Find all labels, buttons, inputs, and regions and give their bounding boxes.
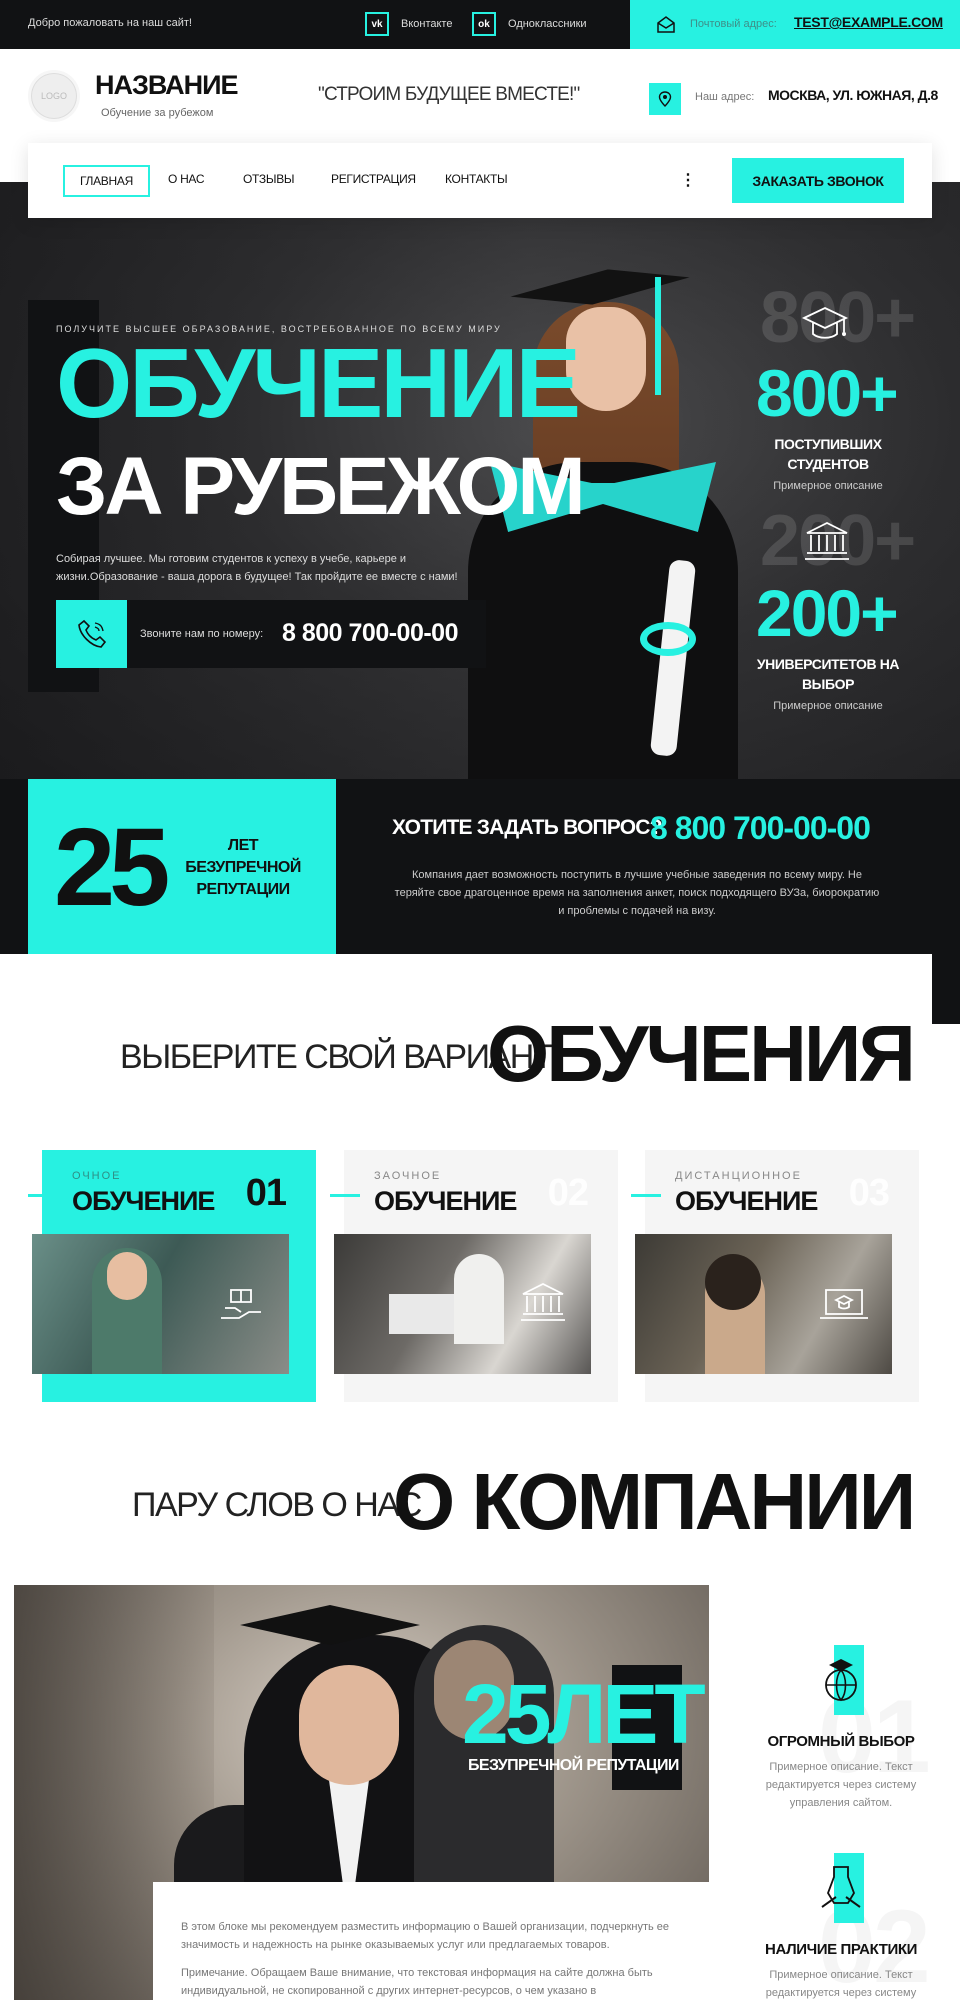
card-title: ОБУЧЕНИЕ xyxy=(374,1186,517,1216)
main-nav: ГЛАВНАЯ О НАС ОТЗЫВЫ РЕГИСТРАЦИЯ КОНТАКТ… xyxy=(28,143,932,218)
card-photo xyxy=(334,1234,591,1374)
graduation-cap-icon xyxy=(801,307,849,339)
about-text-2: Примечание. Обращаем Ваше внимание, что … xyxy=(181,1967,653,1997)
feature-desc: Примерное описание. Текст редактируется … xyxy=(765,1969,917,1999)
nav-item-contacts[interactable]: КОНТАКТЫ xyxy=(445,172,508,186)
address-label: Наш адрес: xyxy=(695,91,755,103)
card-photo xyxy=(635,1234,892,1374)
nav-item-home[interactable]: ГЛАВНАЯ xyxy=(63,165,150,197)
practice-icon xyxy=(821,1866,861,1908)
about-text-1: В этом блоке мы рекомендуем разместить и… xyxy=(181,1921,670,1951)
brand-subtitle: Обучение за рубежом xyxy=(101,107,214,119)
welcome-text: Добро пожаловать на наш сайт! xyxy=(28,17,192,29)
mail-label: Почтовый адрес: xyxy=(690,18,777,30)
stat-label-students: ПОСТУПИВШИХ СТУДЕНТОВ xyxy=(774,436,882,472)
years-number: 25ЛЕТ xyxy=(462,1667,706,1761)
card-kind: ДИСТАНЦИОННОЕ xyxy=(675,1170,802,1182)
university-icon xyxy=(805,521,849,560)
stat-label-universities: УНИВЕРСИТЕТОВ НА ВЫБОР xyxy=(756,656,900,692)
nav-item-registration[interactable]: РЕГИСТРАЦИЯ xyxy=(331,172,416,186)
reputation-text: ЛЕТ БЕЗУПРЕЧНОЙ РЕПУТАЦИИ xyxy=(185,837,301,898)
about-text-block: В этом блоке мы рекомендуем разместить и… xyxy=(153,1882,709,2000)
more-menu-icon[interactable]: ⋮ xyxy=(680,170,696,190)
study-card-distance[interactable]: ДИСТАНЦИОННОЕ ОБУЧЕНИЕ 03 xyxy=(631,1150,919,1402)
phone-icon xyxy=(56,600,127,668)
study-card-extramural[interactable]: ЗАОЧНОЕ ОБУЧЕНИЕ 02 xyxy=(330,1150,618,1402)
feature-practice: НАЛИЧИЕ ПРАКТИКИ Примерное описание. Тек… xyxy=(741,1853,941,2000)
study-card-fulltime[interactable]: ОЧНОЕ ОБУЧЕНИЕ 01 xyxy=(28,1150,316,1402)
question-description: Компания дает возможность поступить в лу… xyxy=(394,869,880,917)
question-title: ХОТИТЕ ЗАДАТЬ ВОПРОС? xyxy=(392,816,662,839)
address-value: МОСКВА, УЛ. ЮЖНАЯ, Д.8 xyxy=(768,87,938,103)
card-kind: ОЧНОЕ xyxy=(72,1170,122,1182)
globe-cap-icon xyxy=(825,1659,857,1702)
reputation-number: 25 xyxy=(54,806,170,929)
card-title: ОБУЧЕНИЕ xyxy=(675,1186,818,1216)
reputation-box: 25 ЛЕТ БЕЗУПРЕЧНОЙ РЕПУТАЦИИ xyxy=(28,779,336,954)
tassel xyxy=(655,277,661,395)
hero-description: Собирая лучшее. Мы готовим студентов к у… xyxy=(56,553,458,583)
card-number: 03 xyxy=(848,1172,890,1214)
about-subtitle: ПАРУ СЛОВ О НАС xyxy=(132,1486,422,1524)
hand-book-icon xyxy=(221,1289,261,1319)
brand-name[interactable]: НАЗВАНИЕ xyxy=(95,70,238,101)
years-label: БЕЗУПРЕЧНОЙ РЕПУТАЦИИ xyxy=(468,1757,679,1774)
stat-desc-universities: Примерное описание xyxy=(773,700,883,712)
stat-desc-students: Примерное описание xyxy=(773,480,883,492)
laptop-cap-icon xyxy=(820,1289,868,1319)
odnoklassniki-icon: ok xyxy=(472,12,496,36)
mail-icon xyxy=(657,16,675,33)
feature-title: НАЛИЧИЕ ПРАКТИКИ xyxy=(765,1941,917,1958)
diploma-ribbon xyxy=(640,622,696,656)
nav-item-about[interactable]: О НАС xyxy=(168,172,205,186)
hero-phone-block[interactable]: Звоните нам по номеру: 8 800 700-00-00 xyxy=(56,600,486,668)
study-title: ОБУЧЕНИЯ xyxy=(487,1009,916,1098)
stat-value-universities: 200+ xyxy=(756,576,899,650)
hero-phone-label: Звоните нам по номеру: xyxy=(140,628,264,640)
top-bar: Добро пожаловать на наш сайт! vk Вконтак… xyxy=(0,0,960,49)
slogan: "СТРОИМ БУДУЩЕЕ ВМЕСТЕ!" xyxy=(318,84,580,105)
card-number: 01 xyxy=(245,1172,287,1214)
card-kind: ЗАОЧНОЕ xyxy=(374,1170,442,1182)
social-vk-link[interactable]: vk Вконтакте xyxy=(365,12,452,36)
nav-item-reviews[interactable]: ОТЗЫВЫ xyxy=(243,172,295,186)
social-vk-label: Вконтакте xyxy=(401,18,453,30)
hero-graduate-face xyxy=(566,307,646,411)
about-title: О КОМПАНИИ xyxy=(393,1457,916,1546)
feature-big-choice: ОГРОМНЫЙ ВЫБОР Примерное описание. Текст… xyxy=(741,1645,941,1812)
feature-desc: Примерное описание. Текст редактируется … xyxy=(765,1761,917,1809)
university-icon xyxy=(521,1282,565,1321)
hero-title-line1: ОБУЧЕНИЕ xyxy=(56,328,581,438)
hero-section: ПОЛУЧИТЕ ВЫСШЕЕ ОБРАЗОВАНИЕ, ВОСТРЕБОВАН… xyxy=(0,182,960,780)
question-phone[interactable]: 8 800 700-00-00 xyxy=(650,810,871,847)
stat-value-students: 800+ xyxy=(756,356,899,430)
hero-title-line2: ЗА РУБЕЖОМ xyxy=(56,441,586,532)
hero-phone-number[interactable]: 8 800 700-00-00 xyxy=(282,619,458,648)
mail-bar: Почтовый адрес: TEST@EXAMPLE.COM xyxy=(630,0,960,49)
feature-title: ОГРОМНЫЙ ВЫБОР xyxy=(767,1733,915,1750)
logo[interactable]: LOGO xyxy=(28,70,80,122)
location-pin-icon xyxy=(649,83,681,115)
social-ok-link[interactable]: ok Одноклассники xyxy=(472,12,587,36)
vk-icon: vk xyxy=(365,12,389,36)
card-photo xyxy=(32,1234,289,1374)
social-ok-label: Одноклассники xyxy=(508,18,587,30)
card-title: ОБУЧЕНИЕ xyxy=(72,1186,215,1216)
mail-link[interactable]: TEST@EXAMPLE.COM xyxy=(794,14,943,30)
order-call-button[interactable]: ЗАКАЗАТЬ ЗВОНОК xyxy=(732,158,904,203)
card-number: 02 xyxy=(547,1172,589,1214)
